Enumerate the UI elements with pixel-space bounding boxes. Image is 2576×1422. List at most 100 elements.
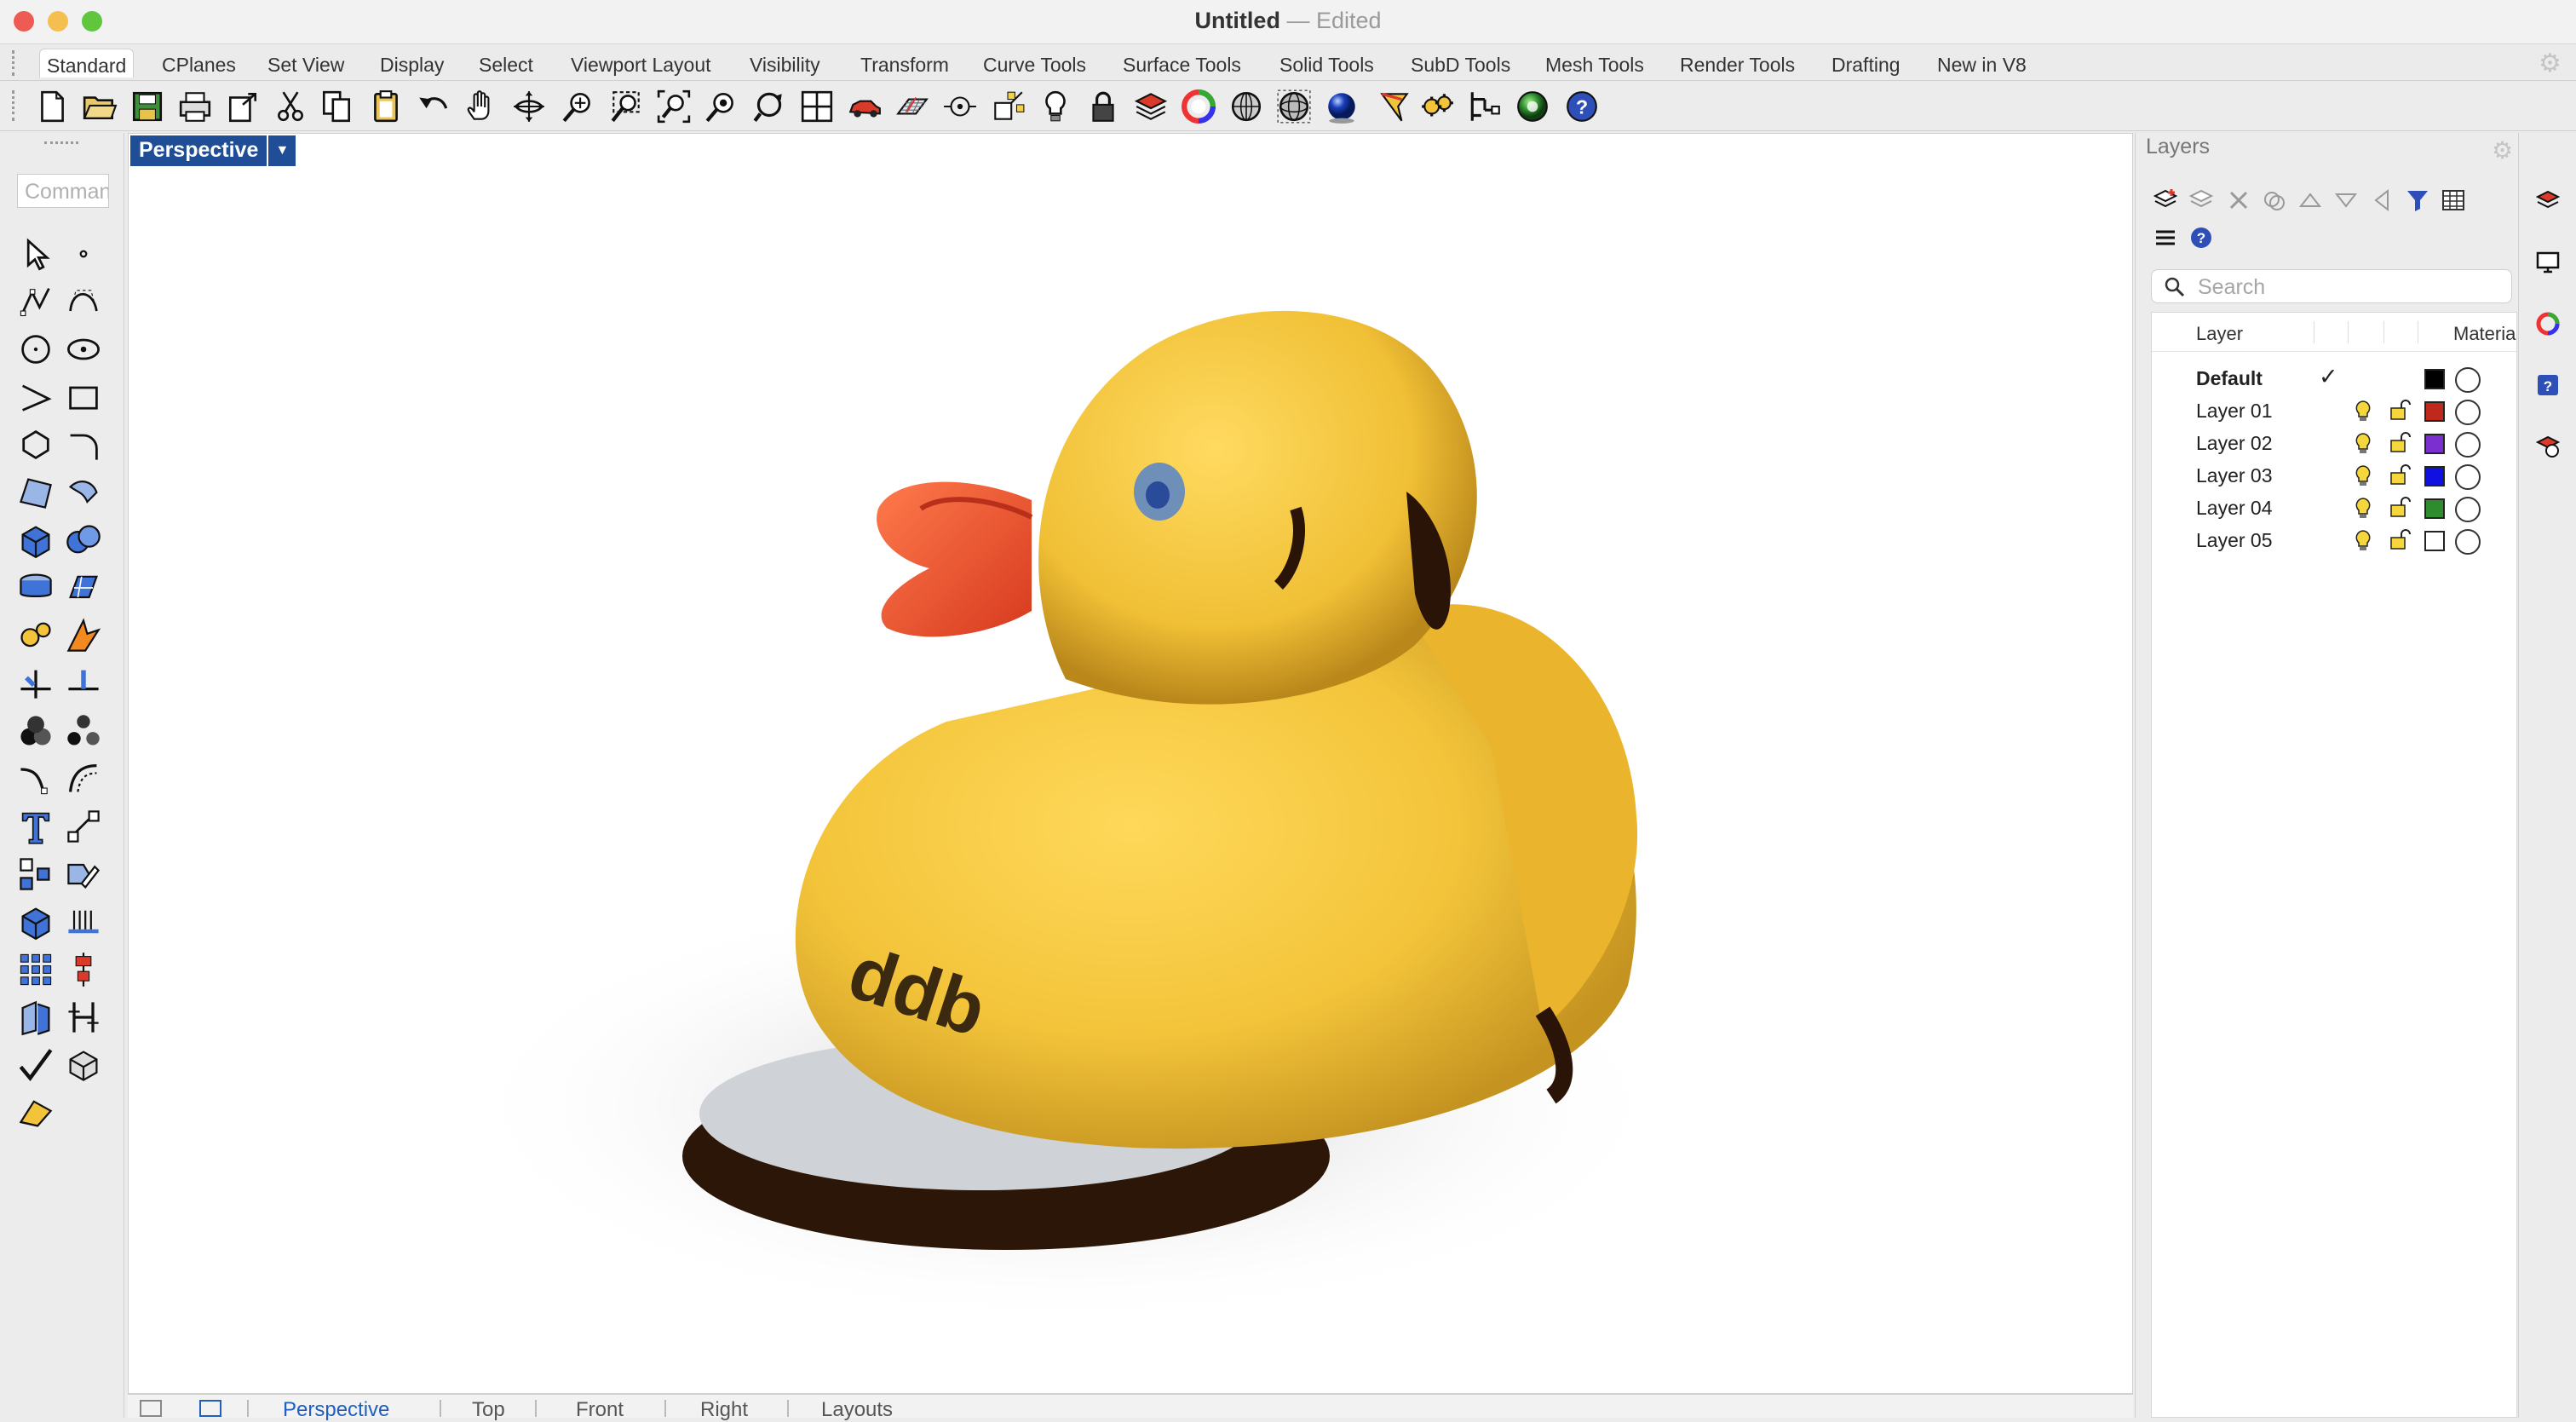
- copy-icon[interactable]: [317, 87, 356, 126]
- zoom-icon[interactable]: [559, 87, 598, 126]
- zoom-window-icon[interactable]: [607, 87, 646, 126]
- tab-viewport-layout[interactable]: Viewport Layout: [564, 52, 718, 81]
- new-sublayer-icon[interactable]: [2187, 186, 2216, 215]
- rendering-panel-icon[interactable]: [2533, 431, 2563, 462]
- rotate-camera-icon[interactable]: [750, 87, 789, 126]
- duplicate-layer-icon[interactable]: [2260, 186, 2289, 215]
- tab-layouts[interactable]: Layouts: [821, 1398, 893, 1422]
- text-icon[interactable]: [15, 806, 56, 847]
- new-file-icon[interactable]: [32, 87, 72, 126]
- help-icon[interactable]: ?: [1562, 87, 1601, 126]
- rebuild-icon[interactable]: [63, 997, 104, 1038]
- color-wheel-icon[interactable]: [1179, 87, 1218, 126]
- layer-color-swatch[interactable]: [2424, 401, 2445, 422]
- undo-icon[interactable]: [414, 87, 453, 126]
- split-icon[interactable]: [63, 663, 104, 704]
- layer-color-swatch[interactable]: [2424, 531, 2445, 551]
- export-icon[interactable]: [223, 87, 262, 126]
- save-icon[interactable]: [128, 87, 167, 126]
- paste-icon[interactable]: [366, 87, 405, 126]
- layer-row[interactable]: Layer 01: [2152, 394, 2518, 427]
- tab-front[interactable]: Front: [576, 1398, 624, 1422]
- group-icon[interactable]: [15, 711, 56, 751]
- sweep-icon[interactable]: [63, 472, 104, 513]
- layer-icon[interactable]: [1131, 87, 1170, 126]
- blend-icon[interactable]: [15, 758, 56, 799]
- tab-display[interactable]: Display: [373, 52, 451, 81]
- filter-icon[interactable]: [2403, 186, 2432, 215]
- layer-color-swatch[interactable]: [2424, 498, 2445, 519]
- surface-icon[interactable]: [15, 472, 56, 513]
- trim-icon[interactable]: [15, 663, 56, 704]
- gumball-icon[interactable]: [940, 87, 980, 126]
- help-panel-icon[interactable]: ?: [2533, 370, 2563, 400]
- layer-color-swatch[interactable]: [2424, 434, 2445, 454]
- mesh-sphere-icon[interactable]: [1274, 87, 1314, 126]
- tab-right[interactable]: Right: [700, 1398, 748, 1422]
- tab-drafting[interactable]: Drafting: [1825, 52, 1907, 81]
- align-icon[interactable]: [63, 949, 104, 990]
- tab-new-in-v8[interactable]: New in V8: [1930, 52, 2033, 81]
- rubber-duck-model[interactable]: ddb: [129, 134, 2133, 1394]
- rotate-view-icon[interactable]: [509, 87, 549, 126]
- material-icon[interactable]: [2455, 464, 2481, 490]
- move-down-icon[interactable]: [2332, 186, 2360, 215]
- tab-visibility[interactable]: Visibility: [743, 52, 827, 81]
- move-parent-icon[interactable]: [2367, 186, 2396, 215]
- layer-row[interactable]: Layer 04: [2152, 492, 2518, 524]
- tab-cplanes[interactable]: CPlanes: [155, 52, 243, 81]
- single-viewport-icon[interactable]: [199, 1400, 221, 1417]
- render-sphere-icon[interactable]: [1322, 87, 1361, 126]
- material-icon[interactable]: [2455, 497, 2481, 522]
- help-icon[interactable]: ?: [2187, 223, 2216, 252]
- tab-perspective[interactable]: Perspective: [283, 1398, 389, 1422]
- tab-render-tools[interactable]: Render Tools: [1673, 52, 1802, 81]
- column-layer[interactable]: Layer: [2196, 323, 2243, 345]
- grid-array-icon[interactable]: [15, 949, 56, 990]
- tab-solid-tools[interactable]: Solid Tools: [1273, 52, 1381, 81]
- material-icon[interactable]: [2455, 529, 2481, 555]
- material-icon[interactable]: [2455, 400, 2481, 425]
- tab-standard[interactable]: Standard: [39, 49, 135, 78]
- unlock-icon[interactable]: [2389, 497, 2411, 519]
- delete-layer-icon[interactable]: [2224, 186, 2253, 215]
- layers-panel-icon[interactable]: [2533, 186, 2563, 216]
- rectangle-icon[interactable]: [63, 377, 104, 417]
- tab-curve-tools[interactable]: Curve Tools: [976, 52, 1093, 81]
- curve-icon[interactable]: [63, 281, 104, 322]
- lock-icon[interactable]: [1084, 87, 1123, 126]
- gear-icon[interactable]: ⚙: [2492, 136, 2513, 164]
- box-icon[interactable]: [15, 520, 56, 561]
- grid-plane-icon[interactable]: [893, 87, 932, 126]
- layer-row[interactable]: Layer 02: [2152, 427, 2518, 459]
- arc-icon[interactable]: [15, 377, 56, 417]
- transform-icon[interactable]: [15, 997, 56, 1038]
- toolbar-grip[interactable]: [12, 50, 19, 76]
- ungroup-icon[interactable]: [63, 711, 104, 751]
- gear-tools-icon[interactable]: [1417, 87, 1457, 126]
- layer-color-swatch[interactable]: [2424, 466, 2445, 486]
- gear-icon[interactable]: ⚙: [2539, 49, 2562, 78]
- check-icon[interactable]: [15, 1045, 56, 1085]
- cut-icon[interactable]: [271, 87, 310, 126]
- globe-icon[interactable]: [1513, 87, 1552, 126]
- layer-color-swatch[interactable]: [2424, 369, 2445, 389]
- gear-solid-icon[interactable]: [15, 615, 56, 656]
- open-folder-icon[interactable]: [80, 87, 119, 126]
- move-up-icon[interactable]: [2296, 186, 2325, 215]
- solid-box-icon[interactable]: [15, 901, 56, 942]
- array-icon[interactable]: [15, 854, 56, 895]
- select-arrow-icon[interactable]: [15, 233, 56, 274]
- menu-icon[interactable]: [2151, 223, 2180, 252]
- perspective-viewport[interactable]: Perspective ▼ ddb: [128, 133, 2133, 1394]
- render-shape-icon[interactable]: [63, 1045, 104, 1085]
- light-bulb-icon[interactable]: [2353, 529, 2373, 551]
- zoom-extents-icon[interactable]: [654, 87, 693, 126]
- hatch-icon[interactable]: [63, 901, 104, 942]
- color-wheel-icon[interactable]: [2533, 308, 2563, 339]
- ellipse-icon[interactable]: [63, 329, 104, 370]
- tab-mesh-tools[interactable]: Mesh Tools: [1538, 52, 1651, 81]
- layer-row[interactable]: Default ✓: [2152, 362, 2518, 394]
- sphere-wire-icon[interactable]: [1227, 87, 1266, 126]
- zoom-selected-icon[interactable]: [702, 87, 741, 126]
